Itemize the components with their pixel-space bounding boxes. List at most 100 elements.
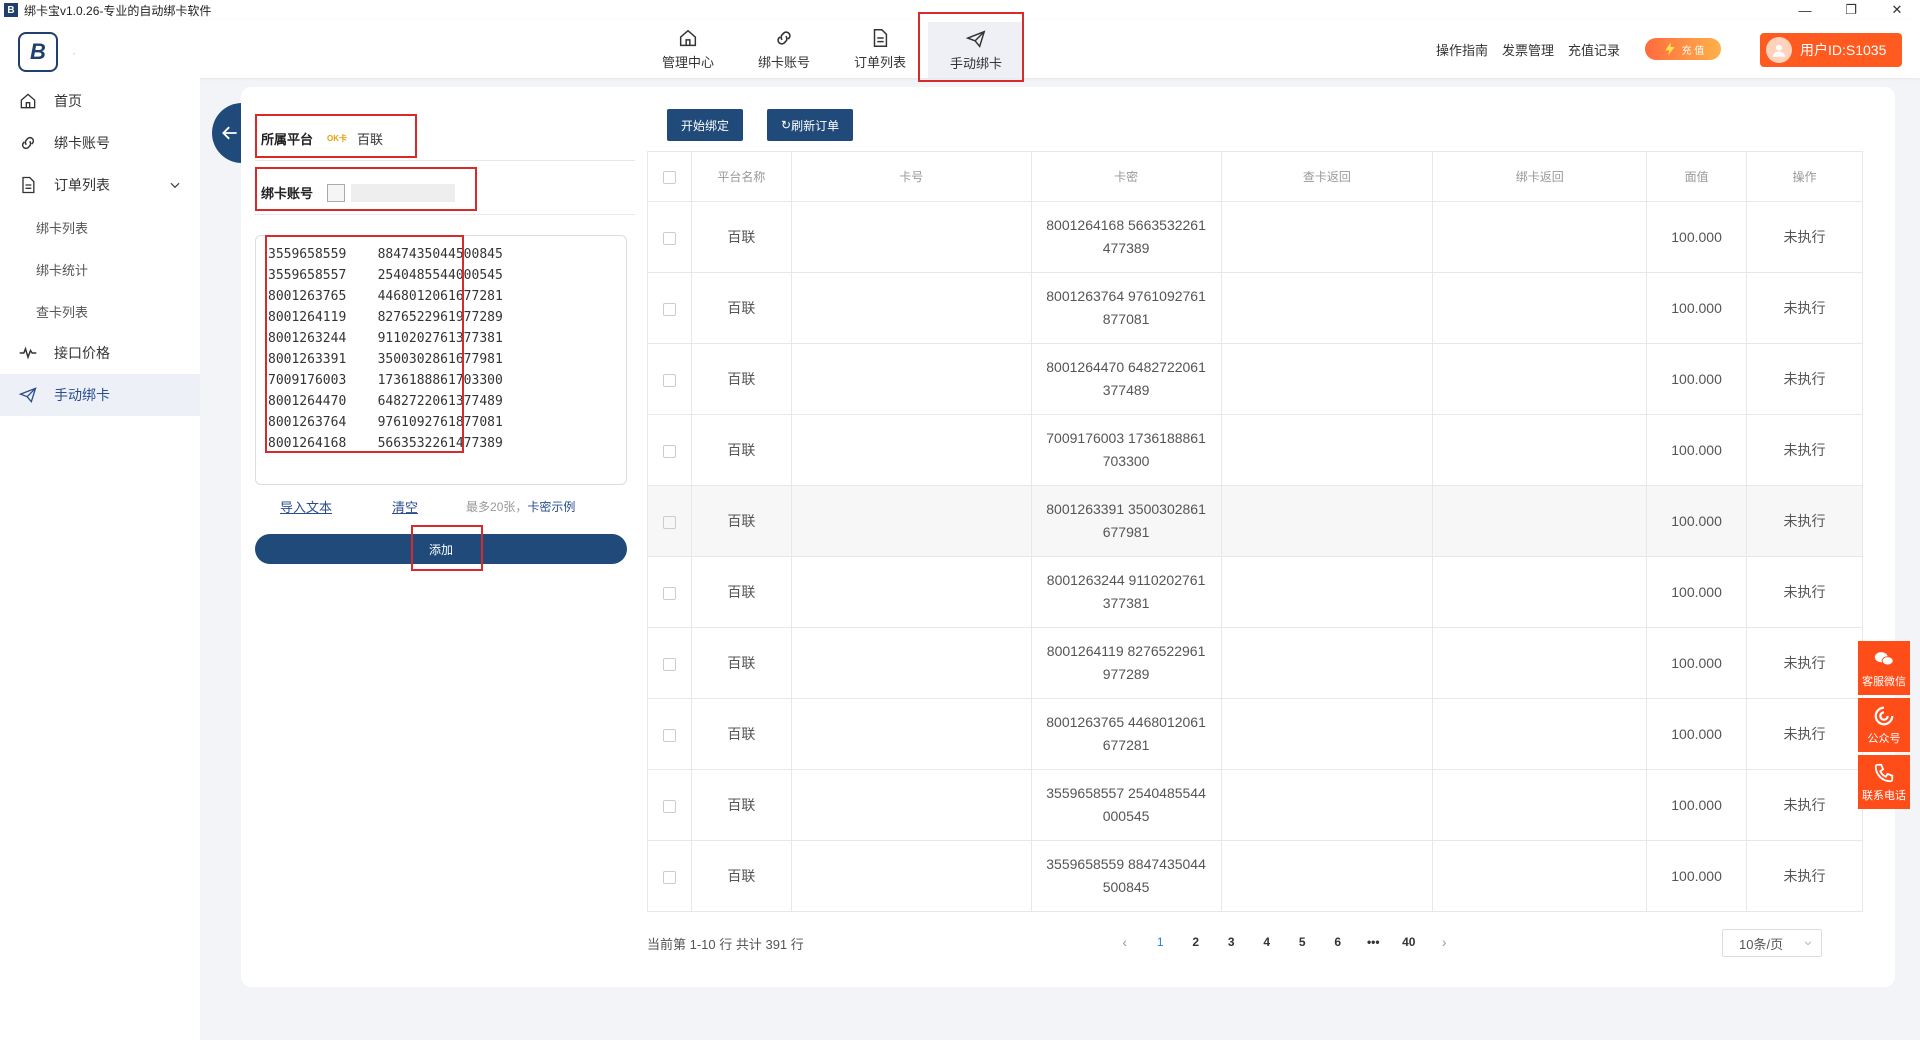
official-account-icon <box>1874 706 1894 725</box>
page-ellipsis[interactable]: ••• <box>1356 935 1392 949</box>
top-nav-orders[interactable]: 订单列表 <box>832 20 928 78</box>
page-button-6[interactable]: 6 <box>1320 935 1356 949</box>
header-links: 操作指南 发票管理 充值记录 <box>1436 40 1620 59</box>
page-button-40[interactable]: 40 <box>1391 935 1427 949</box>
top-nav-accounts[interactable]: 绑卡账号 <box>736 20 832 78</box>
invoice-link[interactable]: 发票管理 <box>1502 40 1554 59</box>
top-nav-manual-bind[interactable]: 手动绑卡 <box>928 22 1024 78</box>
table-row[interactable]: 百联 3559658557 2540485544 000545 100.000 未… <box>647 769 1863 841</box>
platform-cell: 百联 <box>690 627 792 699</box>
table-row[interactable]: 百联 3559658559 8847435044 500845 100.000 未… <box>647 840 1863 912</box>
next-page-button[interactable]: › <box>1427 934 1463 950</box>
page-button-2[interactable]: 2 <box>1178 935 1214 949</box>
guide-link[interactable]: 操作指南 <box>1436 40 1488 59</box>
contact-float-bar: 客服微信 公众号 联系电话 <box>1858 641 1910 812</box>
row-checkbox[interactable] <box>662 373 676 387</box>
table-row[interactable]: 百联 8001264470 6482722061 377489 100.000 未… <box>647 343 1863 415</box>
card-example-link[interactable]: 卡密示例 <box>527 498 575 515</box>
minimize-button[interactable]: — <box>1782 0 1828 20</box>
user-button[interactable]: 用户ID:S1035 <box>1760 33 1902 67</box>
table-row[interactable]: 百联 8001263764 9761092761 877081 100.000 未… <box>647 272 1863 344</box>
page-button-1[interactable]: 1 <box>1143 935 1179 949</box>
start-bind-button[interactable]: 开始绑定 <box>667 109 744 141</box>
row-checkbox[interactable] <box>662 515 676 529</box>
refresh-orders-button[interactable]: ↻ 刷新订单 <box>767 109 854 141</box>
password-line: 877081 <box>1102 311 1150 327</box>
platform-logo: OK卡 <box>327 134 348 143</box>
table-row[interactable]: 百联 8001263244 9110202761 377381 100.000 未… <box>647 556 1863 628</box>
row-checkbox[interactable] <box>662 799 676 813</box>
column-header: 卡号 <box>790 151 1032 202</box>
page-button-5[interactable]: 5 <box>1285 935 1321 949</box>
window-title: 绑卡宝v1.0.26-专业的自动绑卡软件 <box>24 3 212 18</box>
platform-cell: 百联 <box>690 556 792 628</box>
card-textarea[interactable]: 3559658559 8847435044500845 3559658557 2… <box>255 235 627 485</box>
table-header-row: 平台名称 卡号 卡密 查卡返回 绑卡返回 面值 操作 <box>647 151 1863 202</box>
operation-cell: 未执行 <box>1746 556 1863 628</box>
contact-phone-button[interactable]: 联系电话 <box>1858 755 1910 809</box>
sidebar-item-manual-bind[interactable]: 手动绑卡 <box>0 374 200 416</box>
sidebar-item-query-list[interactable]: 查卡列表 <box>0 290 200 332</box>
query-result-cell <box>1220 698 1434 770</box>
import-text-link[interactable]: 导入文本 <box>280 497 332 516</box>
card-password-cell: 8001263765 4468012061 677281 <box>1030 698 1222 770</box>
account-value-redacted[interactable] <box>351 183 456 202</box>
table-row[interactable]: 百联 7009176003 1736188861 703300 100.000 未… <box>647 414 1863 486</box>
sidebar-item-bind-list[interactable]: 绑卡列表 <box>0 206 200 248</box>
value-cell: 100.000 <box>1646 343 1748 415</box>
row-checkbox[interactable] <box>662 657 676 671</box>
password-line: 377381 <box>1102 595 1150 611</box>
card-password-cell: 8001264168 5663532261 477389 <box>1030 201 1222 273</box>
page-button-4[interactable]: 4 <box>1249 935 1285 949</box>
row-checkbox[interactable] <box>662 586 676 600</box>
row-select-cell <box>647 343 692 415</box>
password-line: 8001264470 6482722061 <box>1046 359 1206 375</box>
table-row[interactable]: 百联 8001263765 4468012061 677281 100.000 未… <box>647 698 1863 770</box>
row-checkbox[interactable] <box>662 870 676 884</box>
query-result-cell <box>1220 485 1434 557</box>
password-line: 8001263765 4468012061 <box>1046 714 1206 730</box>
platform-cell: 百联 <box>690 201 792 273</box>
close-button[interactable]: ✕ <box>1874 0 1920 20</box>
wechat-service-button[interactable]: 客服微信 <box>1858 641 1910 695</box>
official-account-button[interactable]: 公众号 <box>1858 698 1910 752</box>
restore-button[interactable]: ❐ <box>1828 0 1874 20</box>
page-size-select[interactable]: 10条/页 <box>1722 929 1822 957</box>
password-line: 8001264168 5663532261 <box>1046 217 1206 233</box>
row-checkbox[interactable] <box>662 231 676 245</box>
sidebar-item-home[interactable]: 首页 <box>0 80 200 122</box>
document-icon <box>873 29 888 47</box>
app-icon: B <box>4 3 18 17</box>
card-number-cell <box>790 272 1032 344</box>
select-all-checkbox[interactable] <box>662 170 676 184</box>
add-button[interactable]: 添加 <box>255 534 627 564</box>
table-row[interactable]: 百联 8001264119 8276522961 977289 100.000 未… <box>647 627 1863 699</box>
page-button-3[interactable]: 3 <box>1214 935 1250 949</box>
card-password-cell: 8001263764 9761092761 877081 <box>1030 272 1222 344</box>
row-checkbox[interactable] <box>662 728 676 742</box>
link-icon <box>21 136 35 150</box>
column-header: 查卡返回 <box>1220 151 1434 202</box>
card-line: 3559658559 8847435044500845 <box>268 247 503 262</box>
pagination-total: 当前第 1-10 行 共计 391 行 <box>647 937 804 952</box>
recharge-history-link[interactable]: 充值记录 <box>1568 40 1620 59</box>
sidebar-item-api-price[interactable]: 接口价格 <box>0 332 200 374</box>
sidebar-item-accounts[interactable]: 绑卡账号 <box>0 122 200 164</box>
row-checkbox[interactable] <box>662 302 676 316</box>
row-checkbox[interactable] <box>662 444 676 458</box>
top-nav-label: 订单列表 <box>853 55 906 70</box>
prev-page-button[interactable]: ‹ <box>1107 934 1143 950</box>
refresh-label: 刷新订单 <box>791 118 840 133</box>
recharge-button[interactable]: 充 值 <box>1645 38 1721 60</box>
sidebar-item-bind-stats[interactable]: 绑卡统计 <box>0 248 200 290</box>
table-row[interactable]: 百联 8001263391 3500302861 677981 100.000 未… <box>647 485 1863 557</box>
top-nav-management[interactable]: 管理中心 <box>640 20 736 78</box>
platform-value[interactable]: 百联 <box>357 129 383 148</box>
value-cell: 100.000 <box>1646 485 1748 557</box>
chevron-down-icon[interactable] <box>168 178 182 192</box>
chevron-down-icon <box>1804 941 1812 946</box>
clear-link[interactable]: 清空 <box>392 497 418 516</box>
sidebar-item-orders[interactable]: 订单列表 <box>0 164 200 206</box>
table-row[interactable]: 百联 8001264168 5663532261 477389 100.000 未… <box>647 201 1863 273</box>
bind-result-cell <box>1432 840 1648 912</box>
